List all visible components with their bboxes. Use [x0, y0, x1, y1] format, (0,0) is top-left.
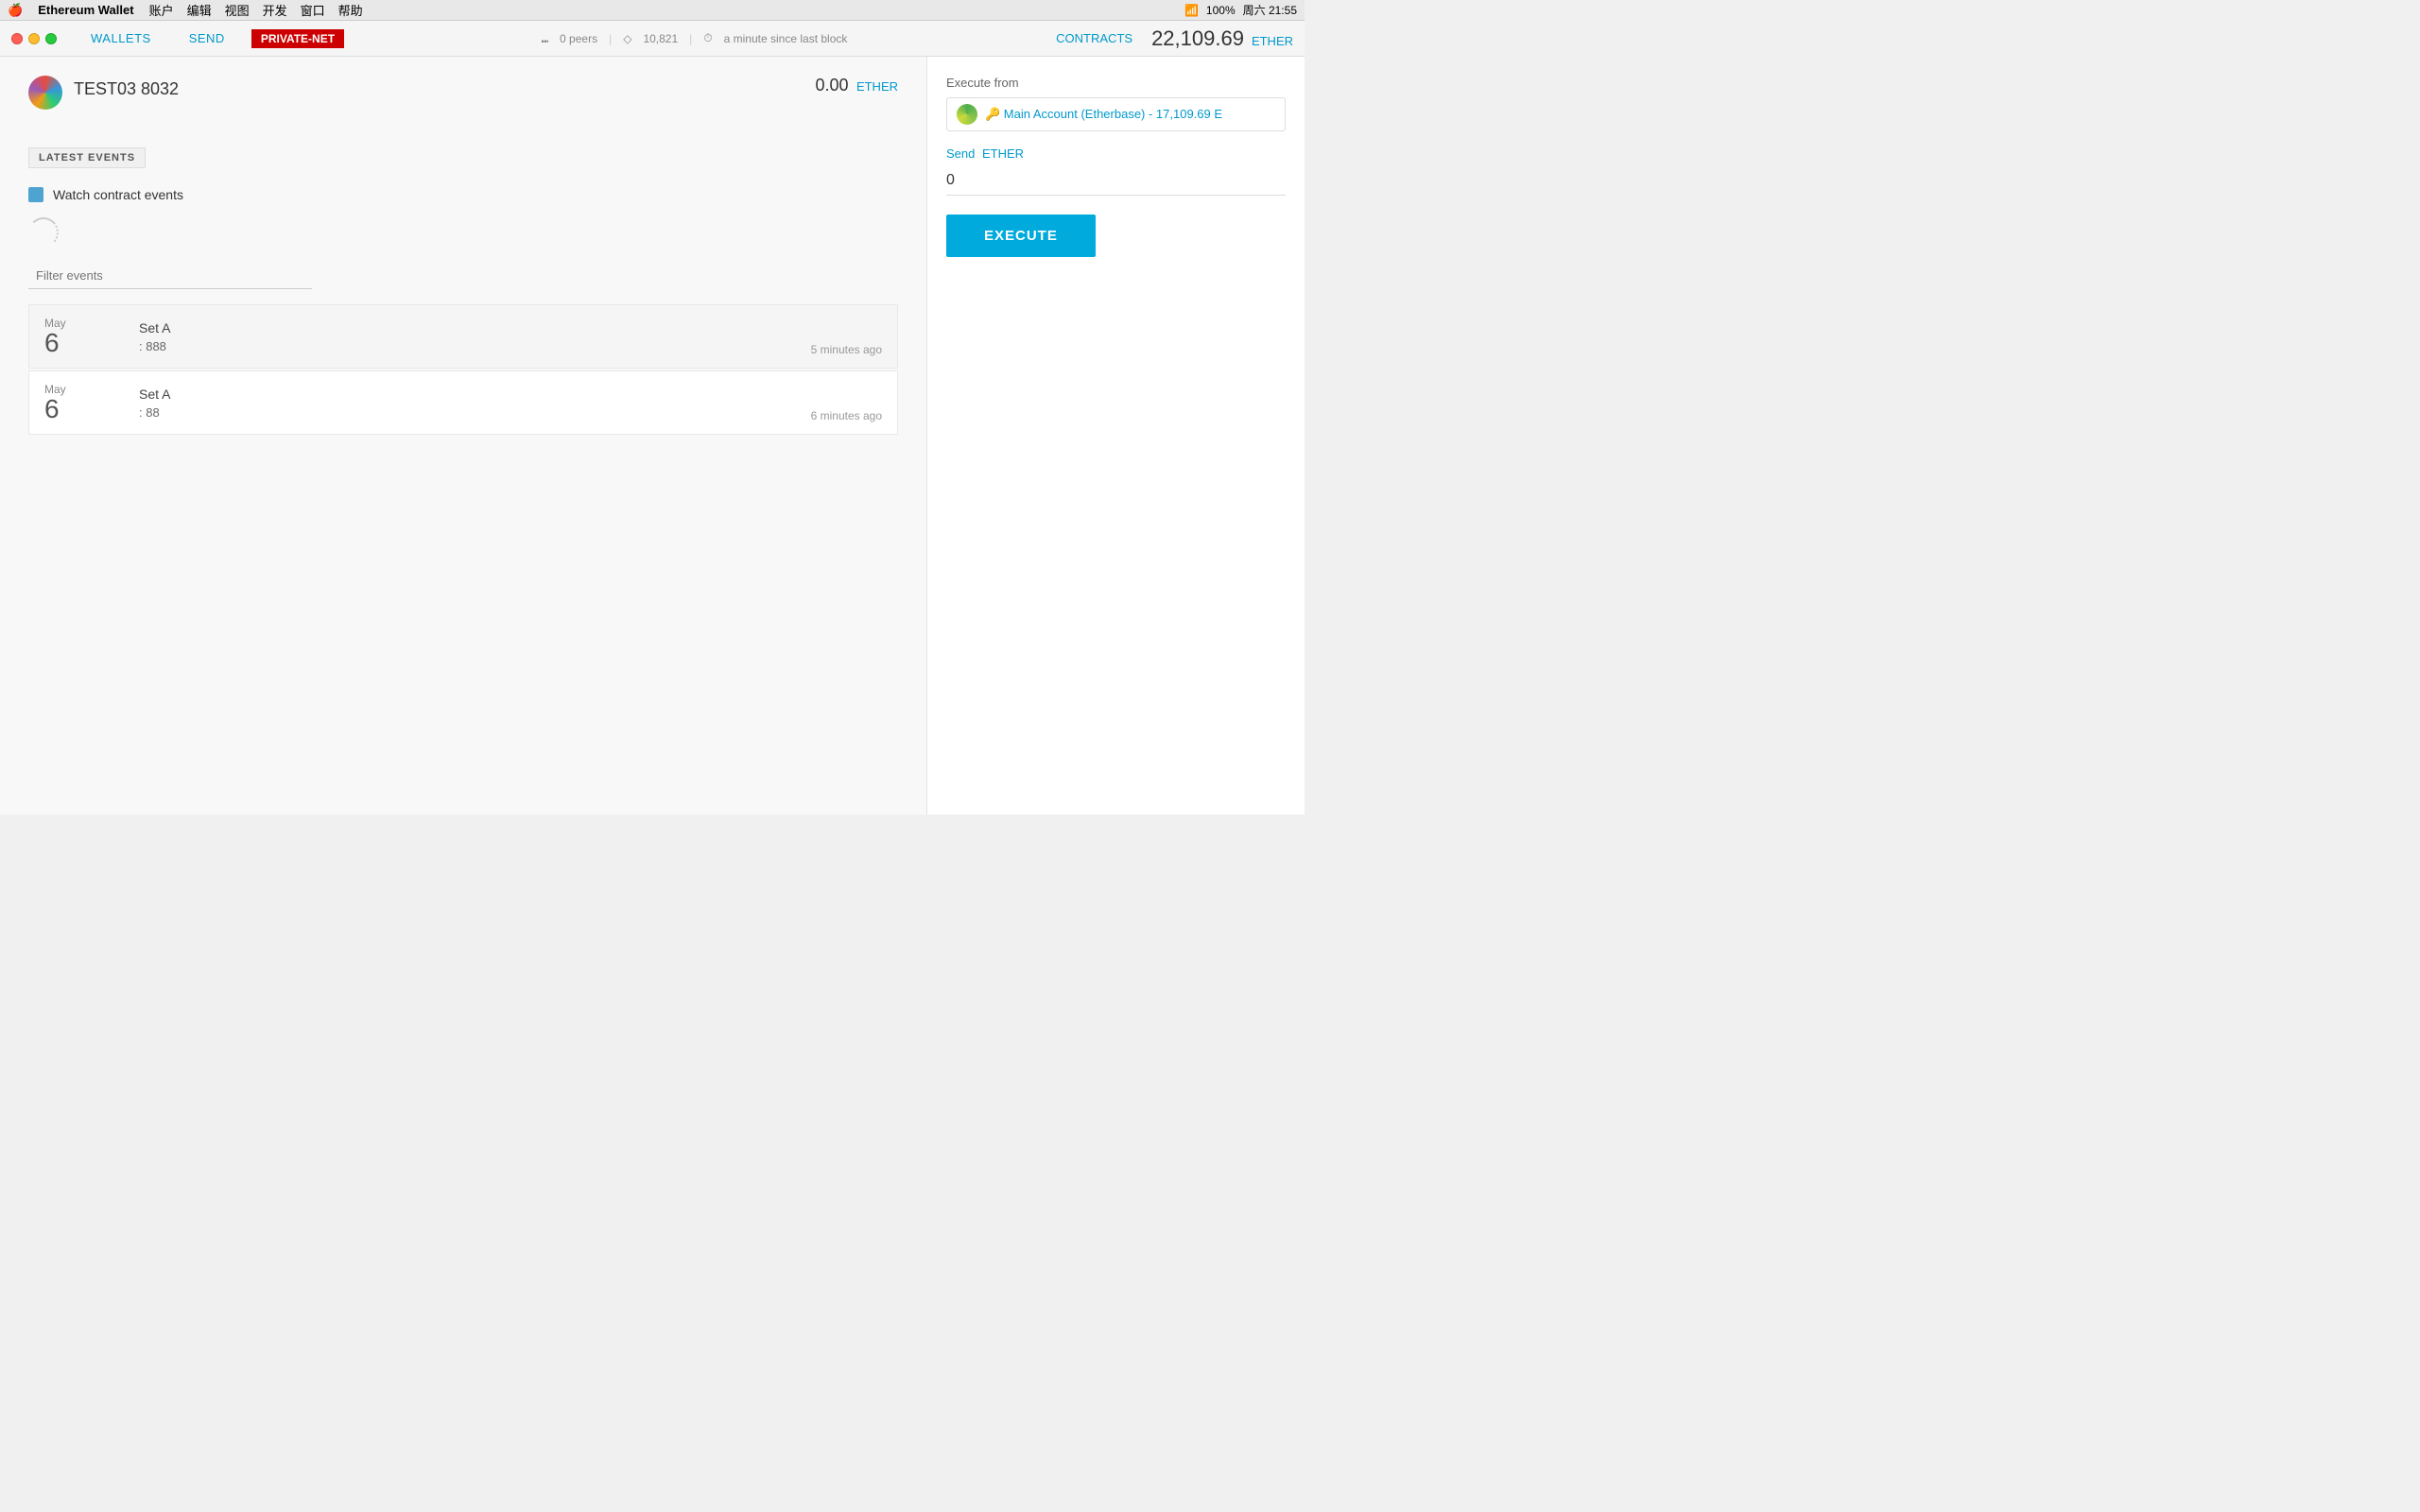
balance-display: 22,109.69 ETHER — [1151, 26, 1293, 51]
menu-bar: 🍎 Ethereum Wallet 账户 编辑 视图 开发 窗口 帮助 📶 10… — [0, 0, 1305, 21]
contract-balance: 0.00 — [815, 76, 848, 94]
event-details: Set A : 88 — [120, 387, 811, 420]
menu-window[interactable]: 窗口 — [301, 1, 325, 19]
contracts-tab[interactable]: CONTRACTS — [1037, 21, 1151, 57]
event-value: : 88 — [139, 405, 811, 420]
account-name: 🔑 Main Account (Etherbase) - 17,109.69 E — [985, 107, 1222, 122]
block-icon: ◇ — [623, 32, 631, 45]
events-list: May 6 Set A : 888 5 minutes ago May 6 — [28, 304, 898, 435]
latest-events-header: LATEST EVENTS — [28, 147, 146, 168]
block-number: 10,821 — [643, 32, 678, 45]
event-day: 6 — [44, 330, 120, 356]
menu-edit[interactable]: 编辑 — [187, 1, 212, 19]
watch-checkbox[interactable] — [28, 187, 43, 202]
maximize-button[interactable] — [45, 33, 57, 44]
wifi-icon: 📶 — [1184, 4, 1199, 17]
event-time: 5 minutes ago — [811, 343, 882, 356]
battery-status: 100% — [1206, 4, 1236, 17]
traffic-lights — [11, 33, 57, 44]
execute-button[interactable]: EXECUTE — [946, 215, 1096, 257]
menu-items: 账户 编辑 视图 开发 窗口 帮助 — [149, 1, 363, 19]
contract-name: TEST03 8032 — [74, 79, 179, 99]
menu-bar-right: 📶 100% 周六 21:55 — [1184, 2, 1297, 18]
account-avatar — [957, 104, 977, 125]
separator: | — [609, 32, 612, 45]
execute-from-label: Execute from — [946, 76, 1286, 90]
event-value: : 888 — [139, 339, 811, 353]
clock: 周六 21:55 — [1243, 2, 1297, 18]
app-window: WALLETS SEND PRIVATE-NET ⑉ 0 peers | ◇ 1… — [0, 21, 1305, 815]
close-button[interactable] — [11, 33, 23, 44]
clock-icon: ⏱ — [703, 31, 712, 45]
send-label: Send ETHER — [946, 146, 1286, 161]
last-block-time: a minute since last block — [724, 32, 848, 45]
content-area: TEST03 8032 0.00 ETHER LATEST EVENTS Wat… — [0, 57, 926, 815]
wallets-tab[interactable]: WALLETS — [72, 21, 170, 57]
network-info: ⑉ 0 peers | ◇ 10,821 | ⏱ a minute since … — [352, 31, 1037, 45]
events-section: LATEST EVENTS Watch contract events — [28, 147, 898, 435]
main-layout: TEST03 8032 0.00 ETHER LATEST EVENTS Wat… — [0, 57, 1305, 815]
menu-view[interactable]: 视图 — [225, 1, 250, 19]
event-date-block: May 6 — [44, 383, 120, 422]
event-details: Set A : 888 — [120, 320, 811, 353]
menu-help[interactable]: 帮助 — [338, 1, 363, 19]
send-tab[interactable]: SEND — [170, 21, 244, 57]
menu-develop[interactable]: 开发 — [263, 1, 287, 19]
nav-tabs: WALLETS SEND PRIVATE-NET ⑉ 0 peers | ◇ 1… — [72, 21, 1151, 57]
balance-unit: ETHER — [1252, 34, 1293, 48]
loading-spinner — [28, 217, 59, 248]
latest-events-label: LATEST EVENTS — [39, 152, 135, 163]
send-input[interactable] — [946, 166, 1286, 196]
event-name: Set A — [139, 387, 811, 402]
right-panel: Execute from 🔑 Main Account (Etherbase) … — [926, 57, 1305, 815]
account-selector[interactable]: 🔑 Main Account (Etherbase) - 17,109.69 E — [946, 97, 1286, 131]
peers-icon: ⑉ — [542, 32, 548, 45]
menu-accounts[interactable]: 账户 — [149, 1, 174, 19]
contract-avatar — [28, 76, 62, 110]
app-name: Ethereum Wallet — [38, 3, 133, 17]
watch-events-row[interactable]: Watch contract events — [28, 187, 898, 202]
watch-events-label: Watch contract events — [53, 187, 183, 202]
balance-amount: 22,109.69 — [1151, 26, 1244, 51]
filter-input[interactable] — [28, 263, 312, 289]
contract-balance-unit: ETHER — [856, 79, 898, 94]
minimize-button[interactable] — [28, 33, 40, 44]
event-time: 6 minutes ago — [811, 409, 882, 422]
apple-menu[interactable]: 🍎 — [8, 3, 23, 18]
contract-header: TEST03 8032 0.00 ETHER — [28, 76, 898, 110]
title-bar: WALLETS SEND PRIVATE-NET ⑉ 0 peers | ◇ 1… — [0, 21, 1305, 57]
private-net-badge: PRIVATE-NET — [251, 29, 344, 48]
event-name: Set A — [139, 320, 811, 335]
event-day: 6 — [44, 396, 120, 422]
peers-count: 0 peers — [560, 32, 597, 45]
event-row[interactable]: May 6 Set A : 88 6 minutes ago — [28, 370, 898, 435]
separator2: | — [689, 32, 692, 45]
event-row[interactable]: May 6 Set A : 888 5 minutes ago — [28, 304, 898, 369]
event-date-block: May 6 — [44, 317, 120, 356]
